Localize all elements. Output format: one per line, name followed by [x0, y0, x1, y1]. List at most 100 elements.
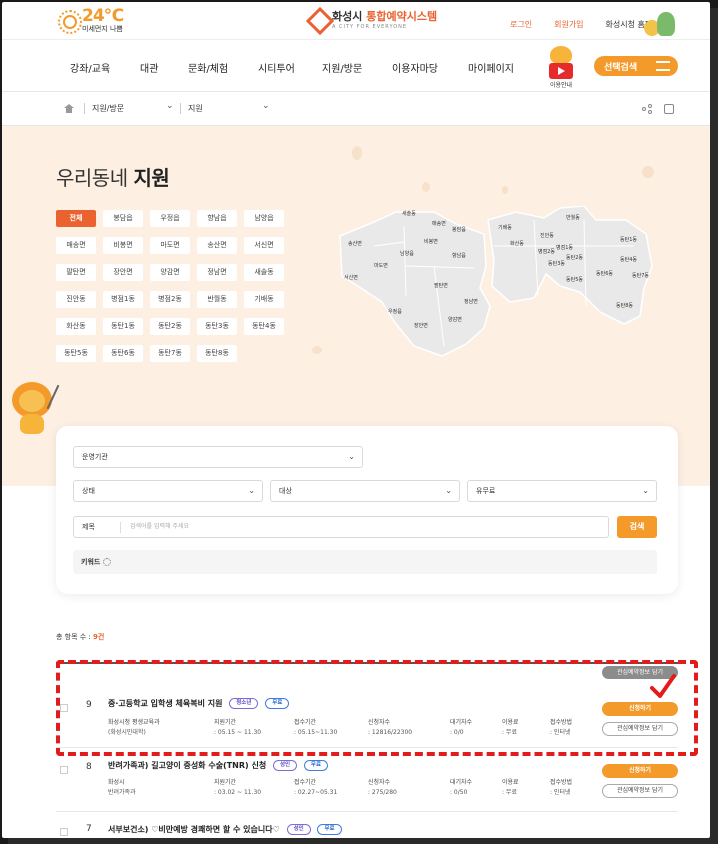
fav-button[interactable]: 관심예약정보 담기: [602, 784, 678, 798]
weather-widget[interactable]: 24℃ 미세먼지 나쁨: [58, 8, 124, 34]
search-input[interactable]: 제목 검색어를 입력해 주세요: [73, 516, 609, 538]
chevron-down-icon[interactable]: ⌄: [166, 101, 174, 111]
map-label[interactable]: 동탄8동: [616, 302, 633, 309]
site-logo[interactable]: 화성시 통합예약시스템 A CITY FOR EVERYONE: [308, 8, 437, 30]
region-chip[interactable]: 진안동: [56, 291, 96, 308]
nav-item-culture[interactable]: 문화/체험: [188, 60, 228, 75]
breadcrumb-level2[interactable]: 지원: [188, 103, 203, 114]
row-title[interactable]: 반려가족과) 길고양이 중성화 수술(TNR) 신청 성인 무료: [108, 760, 329, 771]
map-label[interactable]: 서신면: [344, 274, 358, 281]
map-label[interactable]: 마도면: [374, 262, 388, 269]
map-label[interactable]: 진안동: [540, 232, 554, 239]
region-chip[interactable]: 화산동: [56, 318, 96, 335]
region-chip[interactable]: 송산면: [197, 237, 237, 254]
region-chip[interactable]: 동탄4동: [244, 318, 284, 335]
region-chip[interactable]: 남양읍: [244, 210, 284, 227]
region-chip[interactable]: 동탄1동: [103, 318, 143, 335]
region-chip[interactable]: 정남면: [197, 264, 237, 281]
tag-badge: 무료: [317, 824, 342, 835]
region-chip[interactable]: 새솔동: [244, 264, 284, 281]
print-icon[interactable]: [664, 104, 674, 114]
map-label[interactable]: 동탄3동: [548, 260, 565, 267]
gear-icon[interactable]: [103, 558, 111, 566]
share-icon[interactable]: [642, 104, 652, 114]
region-chip[interactable]: 양감면: [150, 264, 190, 281]
target-select[interactable]: 대상 ⌄: [270, 480, 460, 502]
mascot-face-icon: [550, 46, 572, 64]
fee-select[interactable]: 유무료 ⌄: [467, 480, 657, 502]
map-label[interactable]: 새솔동: [402, 210, 416, 217]
row-checkbox[interactable]: [60, 766, 68, 774]
breadcrumb-level1[interactable]: 지원/방문: [92, 103, 124, 114]
map-label[interactable]: 정남면: [464, 298, 478, 305]
map-label[interactable]: 향남읍: [452, 252, 466, 259]
region-chip[interactable]: 동탄8동: [197, 345, 237, 362]
apply-button[interactable]: 신청하기: [602, 764, 678, 778]
region-chip[interactable]: 동탄6동: [103, 345, 143, 362]
region-chip[interactable]: 서신면: [244, 237, 284, 254]
nav-item-community[interactable]: 이용자마당: [392, 60, 438, 75]
region-chip[interactable]: 마도면: [150, 237, 190, 254]
map-label[interactable]: 동탄7동: [632, 272, 649, 279]
chevron-down-icon[interactable]: ⌄: [262, 101, 270, 111]
status-select[interactable]: 상태 ⌄: [73, 480, 263, 502]
map-label[interactable]: 반월동: [566, 214, 580, 221]
region-chip[interactable]: 기배동: [244, 291, 284, 308]
map-label[interactable]: 동탄2동: [566, 254, 583, 261]
region-chip[interactable]: 향남읍: [197, 210, 237, 227]
map-label[interactable]: 화산동: [510, 240, 524, 247]
region-chip[interactable]: 장안면: [103, 264, 143, 281]
tag-badge: 성인: [272, 760, 298, 771]
region-chip[interactable]: 우정읍: [150, 210, 190, 227]
map-label[interactable]: 장안면: [414, 322, 428, 329]
signup-link[interactable]: 회원가입: [554, 19, 583, 30]
region-chip[interactable]: 병점2동: [150, 291, 190, 308]
home-icon[interactable]: [64, 104, 74, 113]
search-panel: 운영기관 ⌄ 상태 ⌄ 대상 ⌄ 유무료 ⌄ 제목 검색어를 입력해 주세요 검색 키워…: [56, 426, 678, 594]
map-label[interactable]: 송산면: [348, 240, 362, 247]
region-chip[interactable]: 봉담읍: [103, 210, 143, 227]
map-label[interactable]: 우정읍: [388, 308, 402, 315]
map-label[interactable]: 남양읍: [400, 250, 414, 257]
map-label[interactable]: 병점1동: [556, 244, 573, 251]
region-chip[interactable]: 동탄5동: [56, 345, 96, 362]
region-chip[interactable]: 비봉면: [103, 237, 143, 254]
region-chip[interactable]: 병점1동: [103, 291, 143, 308]
map-label[interactable]: 병점2동: [538, 248, 555, 255]
region-chip[interactable]: 전체: [56, 210, 96, 227]
page-title: 우리동네 지원: [56, 166, 170, 190]
map-label[interactable]: 팔탄면: [434, 282, 448, 289]
org-select[interactable]: 운영기관 ⌄: [73, 446, 363, 468]
nav-item-rental[interactable]: 대관: [140, 60, 158, 75]
login-link[interactable]: 로그인: [510, 19, 532, 30]
region-chip[interactable]: 동탄2동: [150, 318, 190, 335]
map-label[interactable]: 양감면: [448, 316, 462, 323]
select-search-button[interactable]: 선택검색: [594, 56, 678, 76]
region-map[interactable]: 새솔동매송면송산면 비봉면 봉담읍남양읍마도면서신면팔탄면 향남읍우정읍장안면 양감면 정…: [334, 206, 674, 366]
keyword-box: 키워드: [73, 550, 657, 574]
map-label[interactable]: 동탄4동: [620, 256, 637, 263]
map-label[interactable]: 동탄1동: [620, 236, 637, 243]
region-chip[interactable]: 매송면: [56, 237, 96, 254]
region-chip[interactable]: 동탄3동: [197, 318, 237, 335]
region-chip[interactable]: 동탄7동: [150, 345, 190, 362]
nav-item-citytour[interactable]: 시티투어: [258, 60, 295, 75]
map-label[interactable]: 비봉면: [424, 238, 438, 245]
nav-item-education[interactable]: 강좌/교육: [70, 60, 110, 75]
row-title[interactable]: 서부보건소) ♡비만예방 경쾌하면 할 수 있습니다♡ 성인 무료: [108, 824, 342, 835]
dust-status: 미세먼지 나쁨: [82, 25, 123, 33]
nav-item-support[interactable]: 지원/방문: [322, 60, 362, 75]
region-chip[interactable]: 반월동: [197, 291, 237, 308]
map-label[interactable]: 기배동: [498, 224, 512, 231]
map-label[interactable]: 매송면: [432, 220, 446, 227]
map-label[interactable]: 동탄5동: [566, 276, 583, 283]
region-chip[interactable]: 팔탄면: [56, 264, 96, 281]
search-field-select[interactable]: 제목: [82, 517, 95, 537]
table-row: 8 반려가족과) 길고양이 중성화 수술(TNR) 신청 성인 무료 화성시 반려…: [56, 756, 678, 812]
usage-guide-video-button[interactable]: 이용안내: [546, 46, 576, 89]
search-button[interactable]: 검색: [617, 516, 657, 538]
row-checkbox[interactable]: [60, 828, 68, 836]
map-label[interactable]: 봉담읍: [452, 226, 466, 233]
map-label[interactable]: 동탄6동: [596, 270, 613, 277]
nav-item-mypage[interactable]: 마이페이지: [468, 60, 514, 75]
